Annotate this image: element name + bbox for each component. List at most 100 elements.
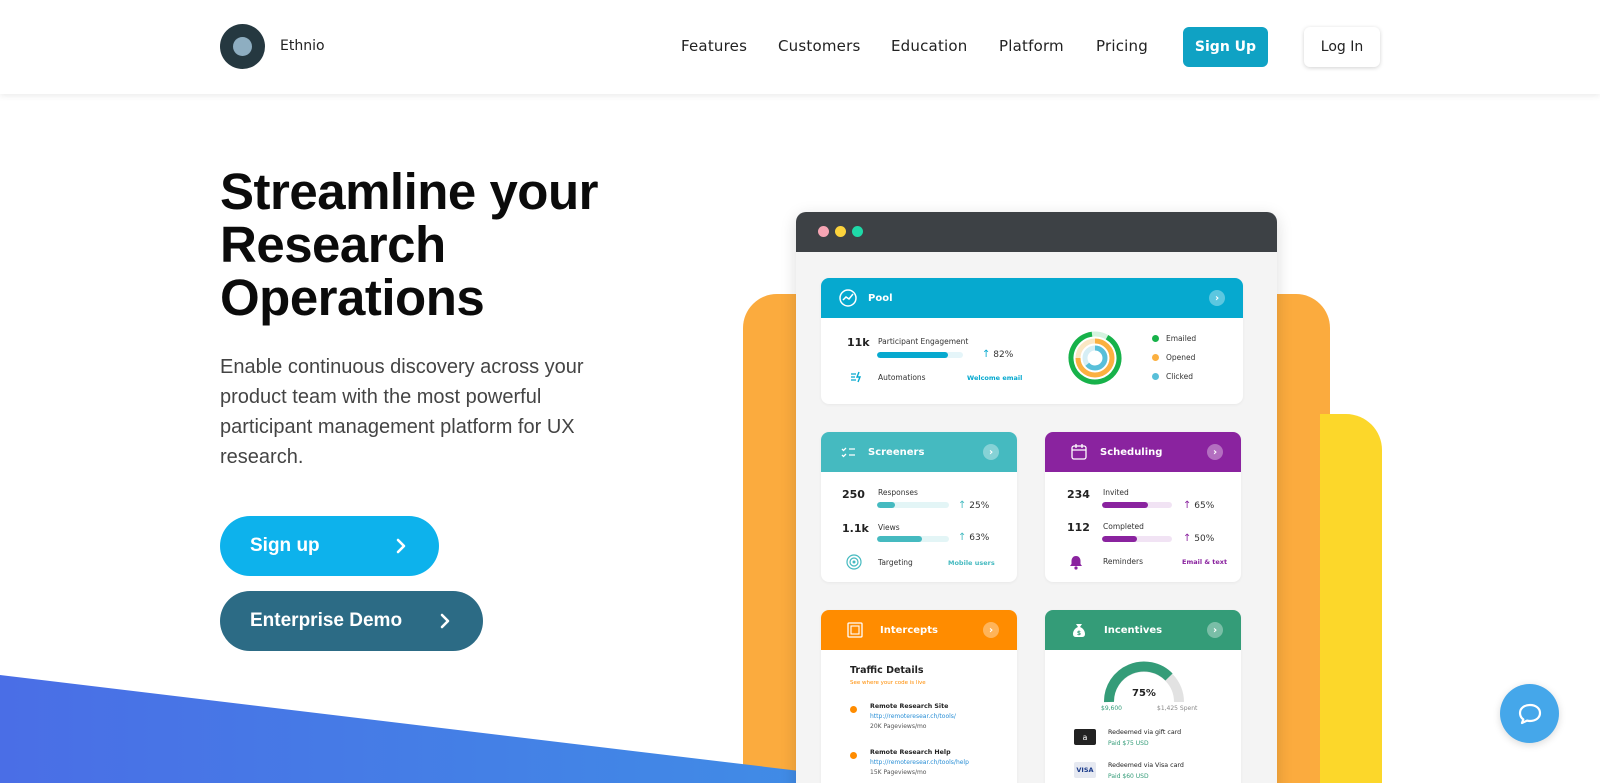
- intercept-item-1-views: 20K Pageviews/mo: [870, 723, 927, 730]
- legend-emailed: Emailed: [1166, 334, 1197, 343]
- incentives-card-header[interactable]: $ Incentives ›: [1045, 610, 1241, 650]
- scheduling-invited-pct: ↑ 65%: [1183, 500, 1215, 511]
- incentives-card-title: Incentives: [1104, 624, 1163, 636]
- chevron-right-icon[interactable]: ›: [983, 444, 999, 460]
- enterprise-demo-button[interactable]: Enterprise Demo: [220, 591, 483, 651]
- chevron-right-icon[interactable]: ›: [1209, 290, 1225, 306]
- traffic-details-sub: See where your code is live: [850, 680, 926, 686]
- legend-dot-opened: [1152, 354, 1159, 361]
- screeners-responses-pct: ↑ 25%: [958, 500, 990, 511]
- incentive-item-2-sub: Paid $60 USD: [1108, 773, 1149, 780]
- pool-card-header[interactable]: Pool ›: [821, 278, 1243, 318]
- scheduling-completed-bar: [1102, 536, 1172, 542]
- screeners-card-header[interactable]: Screeners ›: [821, 432, 1017, 472]
- chevron-right-icon: [440, 613, 450, 629]
- chat-bubble-icon: [1518, 703, 1541, 724]
- intercepts-card: Intercepts › Traffic Details See where y…: [821, 610, 1017, 783]
- pool-metric-label: Participant Engagement: [878, 337, 969, 346]
- legend-dot-emailed: [1152, 335, 1159, 342]
- incentive-item-1-title: Redeemed via gift card: [1108, 729, 1182, 736]
- window-dot-yellow: [835, 226, 846, 237]
- nav-pricing[interactable]: Pricing: [1096, 37, 1148, 55]
- incentives-right-amount: $1,425 Spent: [1157, 705, 1198, 712]
- bell-icon: [1070, 556, 1082, 570]
- chevron-right-icon[interactable]: ›: [1207, 444, 1223, 460]
- calendar-icon: [1071, 444, 1087, 460]
- window-icon: [847, 622, 863, 638]
- screeners-views-label: Views: [878, 523, 900, 532]
- gift-card-icon: a: [1074, 729, 1096, 745]
- intercepts-card-title: Intercepts: [880, 624, 938, 636]
- intercept-item-1-url[interactable]: http://remoteresear.ch/tools/: [870, 713, 956, 720]
- enterprise-demo-label: Enterprise Demo: [250, 610, 403, 631]
- screeners-responses-count: 250: [842, 488, 865, 501]
- reminders-link[interactable]: Email & text: [1182, 558, 1227, 566]
- automations-icon: [851, 371, 862, 383]
- pool-icon: [839, 289, 857, 307]
- screeners-views-pct: ↑ 63%: [958, 532, 990, 543]
- pool-progress-bar: [877, 352, 963, 358]
- scheduling-invited-label: Invited: [1103, 488, 1129, 497]
- nav-platform[interactable]: Platform: [999, 37, 1064, 55]
- screeners-responses-bar: [877, 502, 949, 508]
- screeners-responses-label: Responses: [878, 488, 918, 497]
- scheduling-completed-count: 112: [1067, 521, 1090, 534]
- scheduling-completed-label: Completed: [1103, 522, 1144, 531]
- intercepts-card-header[interactable]: Intercepts ›: [821, 610, 1017, 650]
- screeners-views-bar: [877, 536, 949, 542]
- brand-name[interactable]: Ethnio: [280, 38, 325, 54]
- pool-card: Pool › 11k Participant Engagement ↑ 82% …: [821, 278, 1243, 404]
- legend-dot-clicked: [1152, 373, 1159, 380]
- checklist-icon: [841, 447, 855, 458]
- window-dot-green: [852, 226, 863, 237]
- engagement-ring-chart: [1068, 331, 1122, 385]
- targeting-link[interactable]: Mobile users: [948, 559, 995, 567]
- browser-titlebar: [796, 212, 1277, 252]
- chevron-right-icon[interactable]: ›: [983, 622, 999, 638]
- nav-customers[interactable]: Customers: [778, 37, 860, 55]
- traffic-details-title: Traffic Details: [850, 665, 924, 676]
- targeting-label: Targeting: [878, 558, 913, 567]
- visa-card-icon: VISA: [1074, 762, 1096, 778]
- intercept-dot-1: [850, 706, 857, 713]
- automations-label: Automations: [878, 373, 926, 382]
- target-icon: [846, 554, 862, 570]
- scheduling-invited-count: 234: [1067, 488, 1090, 501]
- dashboard-mockup: Pool › 11k Participant Engagement ↑ 82% …: [796, 212, 1277, 783]
- incentives-card: $ Incentives › 75% $9,600 $1,425 Spent a…: [1045, 610, 1241, 783]
- legend-opened: Opened: [1166, 353, 1196, 362]
- intercept-item-1-title: Remote Research Site: [870, 703, 949, 710]
- incentive-item-1-sub: Paid $75 USD: [1108, 740, 1149, 747]
- pool-metric-pct: ↑ 82%: [982, 349, 1014, 360]
- yellow-backdrop: [1320, 414, 1382, 783]
- hero-signup-label: Sign up: [250, 535, 320, 556]
- scheduling-invited-bar: [1102, 502, 1172, 508]
- nav-features[interactable]: Features: [681, 37, 747, 55]
- ethnio-logo[interactable]: [220, 24, 265, 69]
- automations-link[interactable]: Welcome email: [967, 374, 1022, 382]
- chevron-right-icon[interactable]: ›: [1207, 622, 1223, 638]
- pool-card-title: Pool: [868, 292, 893, 304]
- hero-lead: Enable continuous discovery across your …: [220, 356, 584, 468]
- intercept-item-2-url[interactable]: http://remoteresear.ch/tools/help: [870, 759, 969, 766]
- nav-signup-button[interactable]: Sign Up: [1183, 27, 1268, 67]
- scheduling-card-title: Scheduling: [1100, 446, 1163, 458]
- nav-login-button[interactable]: Log In: [1304, 27, 1380, 67]
- hero-signup-button[interactable]: Sign up: [220, 516, 439, 576]
- money-bag-icon: $: [1073, 624, 1085, 637]
- legend-clicked: Clicked: [1166, 372, 1193, 381]
- svg-text:$: $: [1077, 630, 1081, 637]
- scheduling-card-header[interactable]: Scheduling ›: [1045, 432, 1241, 472]
- top-nav: Ethnio Features Customers Education Plat…: [0, 0, 1600, 94]
- intercept-item-2-views: 15K Pageviews/mo: [870, 769, 927, 776]
- nav-education[interactable]: Education: [891, 37, 967, 55]
- intercept-item-2-title: Remote Research Help: [870, 749, 951, 756]
- screeners-card: Screeners › 250 Responses ↑ 25% 1.1k Vie…: [821, 432, 1017, 582]
- hero-headline: Streamline your Research Operations: [220, 163, 598, 326]
- incentive-item-2-title: Redeemed via Visa card: [1108, 762, 1184, 769]
- incentives-left-amount: $9,600: [1101, 705, 1122, 712]
- screeners-views-count: 1.1k: [842, 522, 869, 535]
- pool-count: 11k: [847, 336, 870, 349]
- reminders-label: Reminders: [1103, 557, 1143, 566]
- chat-launcher-button[interactable]: [1500, 684, 1559, 743]
